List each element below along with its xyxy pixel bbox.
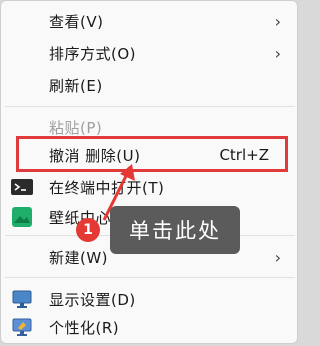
chevron-right-icon: › <box>274 43 281 63</box>
menu-item-label: 刷新(E) <box>49 76 103 95</box>
chevron-right-icon: › <box>274 11 281 31</box>
chevron-right-icon: › <box>274 247 281 267</box>
personalize-icon <box>11 317 33 337</box>
menu-item-sort-by[interactable]: 排序方式(O) › <box>5 37 295 69</box>
context-menu: 查看(V) › 排序方式(O) › 刷新(E) 粘贴(P) 撤消 删除(U) C… <box>0 0 298 344</box>
display-icon <box>11 289 33 309</box>
menu-item-label: 排序方式(O) <box>49 44 137 63</box>
menu-item-label: 显示设置(D) <box>49 290 136 309</box>
instruction-tooltip: 单击此处 <box>110 206 240 254</box>
menu-item-label: 查看(V) <box>49 12 104 31</box>
terminal-icon <box>11 177 33 197</box>
menu-separator <box>5 106 295 107</box>
menu-item-label: 粘贴(P) <box>49 118 103 137</box>
menu-item-label: 在终端中打开(T) <box>49 178 165 197</box>
step-badge: 1 <box>76 218 100 242</box>
menu-item-label: 个性化(R) <box>49 318 120 337</box>
menu-separator <box>5 277 295 278</box>
menu-item-label: 新建(W) <box>49 248 109 267</box>
wallpaper-icon <box>11 207 33 227</box>
menu-item-personalize[interactable]: 个性化(R) <box>5 311 295 343</box>
highlight-box <box>16 136 288 172</box>
menu-item-view[interactable]: 查看(V) › <box>5 5 295 37</box>
menu-item-open-in-terminal[interactable]: 在终端中打开(T) <box>5 171 295 203</box>
menu-item-refresh[interactable]: 刷新(E) <box>5 69 295 101</box>
